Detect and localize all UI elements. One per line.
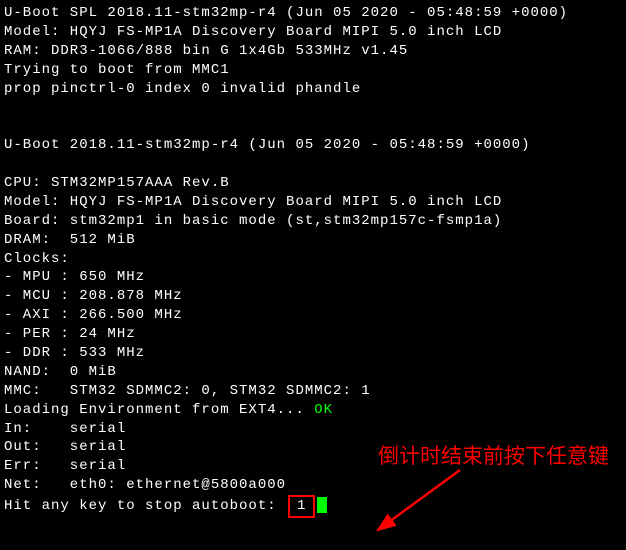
terminal-line-board: Board: stm32mp1 in basic mode (st,stm32m… bbox=[4, 212, 622, 231]
terminal-line-blank bbox=[4, 117, 622, 136]
terminal-line-ddr-clock: - DDR : 533 MHz bbox=[4, 344, 622, 363]
terminal-line-mcu-clock: - MCU : 208.878 MHz bbox=[4, 287, 622, 306]
terminal-line-net: Net: eth0: ethernet@5800a000 bbox=[4, 476, 622, 495]
terminal-line-boot-mmc: Trying to boot from MMC1 bbox=[4, 61, 622, 80]
terminal-line-autoboot[interactable]: Hit any key to stop autoboot: 1 bbox=[4, 495, 622, 518]
terminal-line-nand: NAND: 0 MiB bbox=[4, 363, 622, 382]
terminal-line-in: In: serial bbox=[4, 420, 622, 439]
annotation-arrow-icon bbox=[370, 465, 470, 540]
terminal-line-env-load: Loading Environment from EXT4... OK bbox=[4, 401, 622, 420]
terminal-line-blank bbox=[4, 155, 622, 174]
terminal-line-mmc: MMC: STM32 SDMMC2: 0, STM32 SDMMC2: 1 bbox=[4, 382, 622, 401]
terminal-line-spl-header: U-Boot SPL 2018.11-stm32mp-r4 (Jun 05 20… bbox=[4, 4, 622, 23]
terminal-line-axi-clock: - AXI : 266.500 MHz bbox=[4, 306, 622, 325]
env-load-ok: OK bbox=[314, 402, 333, 418]
terminal-line-model-spl: Model: HQYJ FS-MP1A Discovery Board MIPI… bbox=[4, 23, 622, 42]
terminal-line-dram: DRAM: 512 MiB bbox=[4, 231, 622, 250]
terminal-line-cpu: CPU: STM32MP157AAA Rev.B bbox=[4, 174, 622, 193]
env-load-prefix: Loading Environment from EXT4... bbox=[4, 402, 314, 418]
terminal-line-model: Model: HQYJ FS-MP1A Discovery Board MIPI… bbox=[4, 193, 622, 212]
countdown-value: 1 bbox=[288, 495, 315, 518]
autoboot-prefix: Hit any key to stop autoboot: bbox=[4, 498, 286, 514]
terminal-line-mpu-clock: - MPU : 650 MHz bbox=[4, 268, 622, 287]
terminal-line-per-clock: - PER : 24 MHz bbox=[4, 325, 622, 344]
terminal-line-clocks: Clocks: bbox=[4, 250, 622, 269]
terminal-line-ram: RAM: DDR3-1066/888 bin G 1x4Gb 533MHz v1… bbox=[4, 42, 622, 61]
terminal-line-blank bbox=[4, 98, 622, 117]
terminal-line-uboot-header: U-Boot 2018.11-stm32mp-r4 (Jun 05 2020 -… bbox=[4, 136, 622, 155]
terminal-line-pinctrl: prop pinctrl-0 index 0 invalid phandle bbox=[4, 80, 622, 99]
cursor-block-icon bbox=[317, 497, 327, 513]
